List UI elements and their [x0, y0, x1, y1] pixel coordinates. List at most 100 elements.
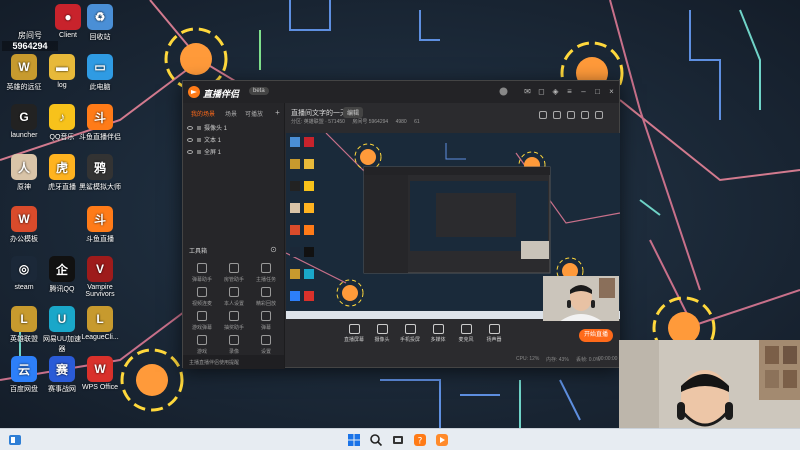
- streamer-app-window[interactable]: 直播伴侣 beta ✉ ◻ ◈ ≡ – □ × 我的场景 场景 可播放 + 摄像…: [182, 80, 620, 369]
- tool-item[interactable]: 录像: [219, 335, 249, 355]
- microphone-icon: [460, 324, 472, 334]
- tool-item[interactable]: 视频连麦: [187, 287, 217, 307]
- task-view-icon[interactable]: [391, 433, 405, 447]
- recycle-bin-shortcut[interactable]: ♻ 回收站: [78, 4, 122, 42]
- screen-capture-icon: [348, 324, 360, 334]
- source-item[interactable]: 摄像头 1: [187, 123, 227, 132]
- start-icon[interactable]: [347, 433, 361, 447]
- tool-icon: [229, 311, 239, 321]
- wps-office-shortcut[interactable]: W 办公模板: [2, 206, 46, 244]
- tool-label: 抽奖助手: [223, 325, 244, 331]
- tool-icon: [261, 335, 271, 345]
- status-text: 主播直播伴侣使用提醒: [189, 360, 240, 366]
- room-number-text: 房间号 5964294: [352, 119, 389, 125]
- start-live-button[interactable]: 开始直播: [579, 329, 613, 342]
- computer-shortcut[interactable]: ▭ 此电脑: [78, 54, 122, 92]
- scene-panel: 我的场景 场景 可播放 + 摄像头 1 文本 1 全屏 1 工具箱 ⊙ 弹幕助手…: [183, 103, 285, 369]
- search-icon[interactable]: [369, 433, 383, 447]
- svg-text:?: ?: [418, 437, 423, 447]
- tab-my-scene[interactable]: 我的场景: [191, 109, 215, 118]
- tool-item[interactable]: 游戏: [187, 335, 217, 355]
- tool-item[interactable]: 设置: [251, 335, 281, 355]
- phone-cast-button[interactable]: 手机投屏: [398, 324, 422, 343]
- message-icon[interactable]: ✉: [523, 87, 532, 96]
- streamer-taskbar-icon[interactable]: [435, 433, 449, 447]
- screen-capture-label: 直播屏幕: [343, 337, 364, 343]
- huya-icon: 虎: [49, 154, 75, 180]
- tab-scene[interactable]: 场景: [225, 109, 237, 118]
- source-item[interactable]: 文本 1: [187, 135, 221, 144]
- notification-icon[interactable]: ◻: [537, 87, 546, 96]
- menu-icon[interactable]: ≡: [565, 87, 574, 96]
- tool-item[interactable]: 弹幕助手: [187, 263, 217, 283]
- speaker-button[interactable]: 扬声器: [482, 324, 506, 343]
- tool-label: 主播任务: [255, 277, 276, 283]
- add-scene-icon[interactable]: +: [273, 108, 282, 117]
- follower-count: 61: [414, 119, 420, 125]
- douyu-streamer-icon: 斗: [87, 104, 113, 130]
- lock-icon[interactable]: [197, 126, 201, 131]
- douyu-taskbar-icon[interactable]: ?: [413, 433, 427, 447]
- tool-item[interactable]: 房管助手: [219, 263, 249, 283]
- windows-taskbar: ?: [0, 428, 800, 450]
- tool-icon: [229, 263, 239, 273]
- gift-icon[interactable]: [539, 111, 547, 119]
- tool-item[interactable]: 游戏弹幕: [187, 311, 217, 331]
- widgets-icon[interactable]: [8, 433, 22, 447]
- tool-label: 视频连麦: [191, 301, 212, 307]
- tool-item[interactable]: 弹幕: [251, 311, 281, 331]
- room-category: 分区: 英雄联盟 · 571450: [291, 119, 345, 125]
- tool-label: 录像: [228, 349, 239, 355]
- share-icon[interactable]: [595, 111, 603, 119]
- shortcut-label: Vampire Survivors: [85, 284, 115, 298]
- tool-item[interactable]: 主播任务: [251, 263, 281, 283]
- room-meta: 分区: 英雄联盟 · 571450 房间号 5964294 4980 61: [291, 118, 426, 125]
- settings-icon[interactable]: [581, 111, 589, 119]
- league-client-shortcut[interactable]: L LeagueCli...: [78, 306, 122, 341]
- douyu-live-shortcut[interactable]: 斗斗鱼直播: [78, 206, 122, 244]
- log-folder-icon: ▬: [49, 54, 75, 80]
- source-label: 文本 1: [204, 138, 222, 144]
- toolbox-settings-icon[interactable]: ⊙: [269, 245, 278, 254]
- avatar-icon[interactable]: [499, 87, 508, 96]
- media-label: 多媒体: [430, 337, 446, 343]
- task-icon[interactable]: [553, 111, 561, 119]
- wps-shortcut[interactable]: W WPS Office: [78, 356, 122, 391]
- bag-icon[interactable]: [567, 111, 575, 119]
- shortcut-label: 斗鱼直播: [86, 236, 114, 243]
- window-titlebar[interactable]: 直播伴侣 beta ✉ ◻ ◈ ≡ – □ ×: [183, 81, 619, 103]
- shortcut-label: LeagueCli...: [81, 334, 119, 341]
- douyu-streamer-shortcut[interactable]: 斗斗鱼直播伴侣: [78, 104, 122, 142]
- maximize-icon[interactable]: □: [593, 87, 602, 96]
- shortcut-label: 办公模板: [10, 236, 38, 243]
- microphone-button[interactable]: 麦克风: [454, 324, 478, 343]
- skin-icon[interactable]: ◈: [551, 87, 560, 96]
- edit-room-button[interactable]: 编辑: [343, 107, 364, 118]
- visibility-icon[interactable]: [187, 138, 193, 143]
- close-icon[interactable]: ×: [607, 87, 616, 96]
- tool-icon: [229, 287, 239, 297]
- camera-source-preview[interactable]: [543, 276, 619, 322]
- shortcut-label: 斗鱼直播伴侣: [79, 134, 121, 141]
- tool-item[interactable]: 抽奖助手: [219, 311, 249, 331]
- visibility-icon[interactable]: [187, 150, 193, 155]
- source-item[interactable]: 全屏 1: [187, 147, 221, 156]
- lock-icon[interactable]: [197, 138, 201, 143]
- tool-item[interactable]: 本人设置: [219, 287, 249, 307]
- screen-capture-button[interactable]: 直播屏幕: [342, 324, 366, 343]
- tool-icon: [261, 263, 271, 273]
- camera-button[interactable]: 摄像头: [370, 324, 394, 343]
- media-button[interactable]: 多媒体: [426, 324, 450, 343]
- room-number: 5964294: [2, 41, 58, 51]
- vampire-survivors-shortcut[interactable]: V Vampire Survivors: [78, 256, 122, 298]
- raven-shortcut[interactable]: 鸦黑鲨模拟大师: [78, 154, 122, 192]
- status-bar: 主播直播伴侣使用提醒: [183, 355, 284, 369]
- visibility-icon[interactable]: [187, 126, 193, 131]
- minimize-icon[interactable]: –: [579, 87, 588, 96]
- tool-label: 游戏: [196, 349, 207, 355]
- tab-playable[interactable]: 可播放: [245, 109, 263, 118]
- lock-icon[interactable]: [197, 150, 201, 155]
- tool-icon: [229, 335, 239, 345]
- tool-icon: [261, 311, 271, 321]
- tool-item[interactable]: 精彩回放: [251, 287, 281, 307]
